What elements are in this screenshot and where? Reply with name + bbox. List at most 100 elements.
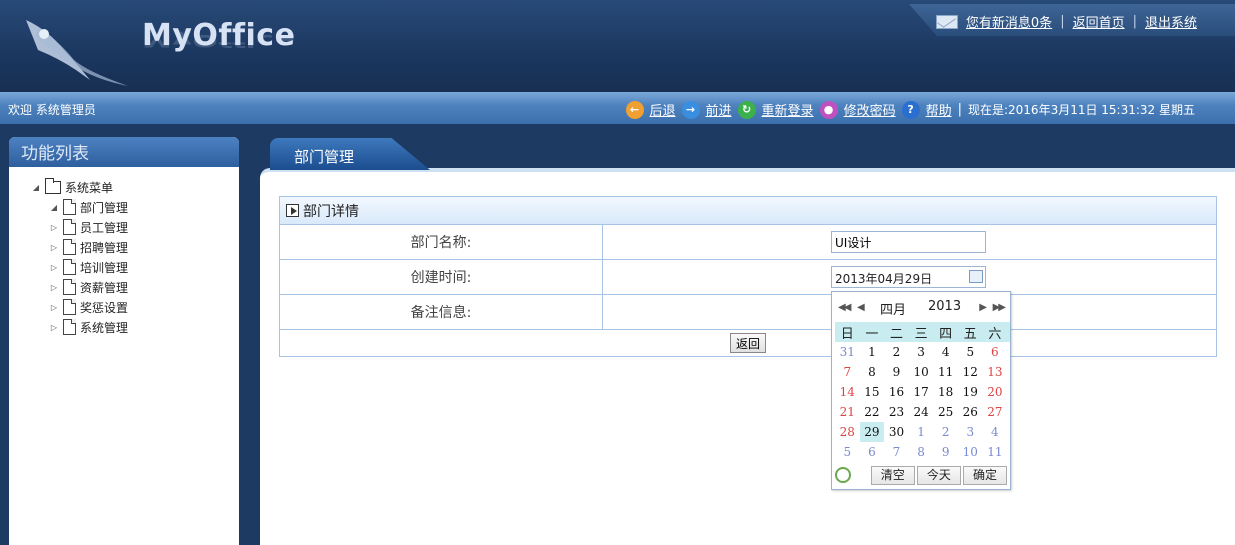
calendar-day[interactable]: 7 (835, 362, 860, 382)
menu-tree: ◢ 系统菜单 ◢ 部门管理 ▷ 员工管理 ▷ 招聘管理 ▷ 培训管理 ▷ 资薪管… (31, 177, 128, 337)
created-cell: 2013年04月29日 (603, 260, 1216, 294)
expanded-triangle-icon[interactable]: ◢ (49, 203, 59, 212)
sidebar-item-salary[interactable]: ▷ 资薪管理 (31, 277, 128, 297)
folder-icon (45, 177, 61, 194)
document-icon (63, 239, 76, 255)
calendar-day[interactable]: 5 (958, 342, 983, 362)
calendar-day[interactable]: 19 (958, 382, 983, 402)
calendar-day[interactable]: 15 (860, 382, 885, 402)
sidebar-item-rewards[interactable]: ▷ 奖惩设置 (31, 297, 128, 317)
calendar-day[interactable]: 31 (835, 342, 860, 362)
back-button[interactable]: 返回 (729, 333, 766, 353)
calendar-day[interactable]: 30 (884, 422, 909, 442)
calendar-day[interactable]: 23 (884, 402, 909, 422)
calendar-day[interactable]: 3 (958, 422, 983, 442)
expanded-triangle-icon[interactable]: ◢ (31, 183, 41, 192)
calendar-year[interactable]: 2013 (928, 299, 961, 314)
clear-button[interactable]: 清空 (870, 465, 915, 485)
collapsed-triangle-icon[interactable]: ▷ (49, 303, 59, 312)
document-icon (63, 199, 76, 215)
mail-icon (935, 14, 958, 29)
calendar-day[interactable]: 28 (835, 422, 860, 442)
calendar-day[interactable]: 6 (983, 342, 1008, 362)
calendar-day[interactable]: 11 (983, 442, 1008, 462)
calendar-day[interactable]: 27 (983, 402, 1008, 422)
home-link[interactable]: 返回首页 (1073, 12, 1125, 31)
calendar-day[interactable]: 2 (933, 422, 958, 442)
calendar-day[interactable]: 7 (884, 442, 909, 462)
date-picker-prev-controls: ◀◀ ◀ (838, 299, 865, 313)
calendar-day[interactable]: 2 (884, 342, 909, 362)
calendar-day[interactable]: 12 (958, 362, 983, 382)
calendar-day[interactable]: 20 (983, 382, 1008, 402)
form-row-remarks: 备注信息: (280, 295, 1216, 330)
calendar-day[interactable]: 8 (909, 442, 934, 462)
calendar-icon[interactable] (969, 270, 983, 283)
calendar-day[interactable]: 14 (835, 382, 860, 402)
calendar-day[interactable]: 3 (909, 342, 934, 362)
sidebar-item-label: 系统管理 (80, 320, 129, 335)
calendar-day[interactable]: 18 (933, 382, 958, 402)
collapsed-triangle-icon[interactable]: ▷ (49, 283, 59, 292)
collapsed-triangle-icon[interactable]: ▷ (49, 223, 59, 232)
collapsed-triangle-icon[interactable]: ▷ (49, 323, 59, 332)
document-icon (63, 219, 76, 235)
calendar-day[interactable]: 10 (958, 442, 983, 462)
prev-year-icon[interactable]: ◀◀ (838, 302, 851, 313)
calendar-day[interactable]: 11 (933, 362, 958, 382)
ok-button[interactable]: 确定 (962, 465, 1007, 485)
sidebar-item-department[interactable]: ◢ 部门管理 (31, 197, 128, 217)
tree-root[interactable]: ◢ 系统菜单 (31, 177, 128, 197)
help-link[interactable]: 帮助 (926, 100, 952, 119)
tree-root-label: 系统菜单 (65, 180, 114, 195)
top-links: 您有新消息0条 | 返回首页 | 退出系统 (935, 12, 1197, 31)
calendar-day[interactable]: 8 (860, 362, 885, 382)
next-year-icon[interactable]: ▶▶ (993, 302, 1006, 313)
sidebar-item-label: 招聘管理 (80, 240, 129, 255)
collapsed-triangle-icon[interactable]: ▷ (49, 243, 59, 252)
document-icon (63, 299, 76, 315)
change-password-link[interactable]: 修改密码 (844, 100, 896, 119)
next-month-icon[interactable]: ▶ (979, 302, 987, 313)
calendar-day[interactable]: 25 (933, 402, 958, 422)
calendar-day[interactable]: 1 (909, 422, 934, 442)
collapsed-triangle-icon[interactable]: ▷ (49, 263, 59, 272)
created-date-input[interactable]: 2013年04月29日 (831, 266, 986, 288)
calendar-day[interactable]: 9 (884, 362, 909, 382)
today-button[interactable]: 今天 (916, 465, 961, 485)
calendar-day[interactable]: 13 (983, 362, 1008, 382)
calendar-day-selected[interactable]: 29 (859, 422, 885, 442)
calendar-day[interactable]: 9 (933, 442, 958, 462)
sidebar-item-label: 部门管理 (80, 200, 129, 215)
sidebar-item-label: 资薪管理 (80, 280, 129, 295)
sidebar-item-training[interactable]: ▷ 培训管理 (31, 257, 128, 277)
calendar-day[interactable]: 5 (835, 442, 860, 462)
calendar-day[interactable]: 22 (860, 402, 885, 422)
tab-department-management[interactable]: 部门管理 (270, 138, 430, 170)
clock-icon[interactable] (835, 467, 851, 483)
calendar-day[interactable]: 6 (860, 442, 885, 462)
calendar-day[interactable]: 17 (909, 382, 934, 402)
calendar-day[interactable]: 1 (860, 342, 885, 362)
sidebar-item-recruitment[interactable]: ▷ 招聘管理 (31, 237, 128, 257)
calendar-day[interactable]: 16 (884, 382, 909, 402)
sidebar-item-employee[interactable]: ▷ 员工管理 (31, 217, 128, 237)
calendar-day[interactable]: 21 (835, 402, 860, 422)
calendar-day[interactable]: 26 (958, 402, 983, 422)
calendar-day[interactable]: 10 (909, 362, 934, 382)
date-picker-next-controls: ▶ ▶▶ (979, 299, 1006, 313)
calendar-day[interactable]: 4 (983, 422, 1008, 442)
calendar-month[interactable]: 四月 (880, 299, 906, 318)
forward-link[interactable]: 前进 (706, 100, 732, 119)
sidebar-item-system[interactable]: ▷ 系统管理 (31, 317, 128, 337)
messages-link[interactable]: 您有新消息0条 (966, 12, 1052, 31)
department-name-input[interactable] (831, 231, 986, 253)
relogin-link[interactable]: 重新登录 (762, 100, 814, 119)
divider: | (957, 102, 962, 117)
prev-month-icon[interactable]: ◀ (857, 302, 865, 313)
back-link[interactable]: 后退 (650, 100, 676, 119)
logout-link[interactable]: 退出系统 (1145, 12, 1197, 31)
calendar-day[interactable]: 4 (933, 342, 958, 362)
calendar-day[interactable]: 24 (909, 402, 934, 422)
divider: | (1060, 14, 1065, 29)
